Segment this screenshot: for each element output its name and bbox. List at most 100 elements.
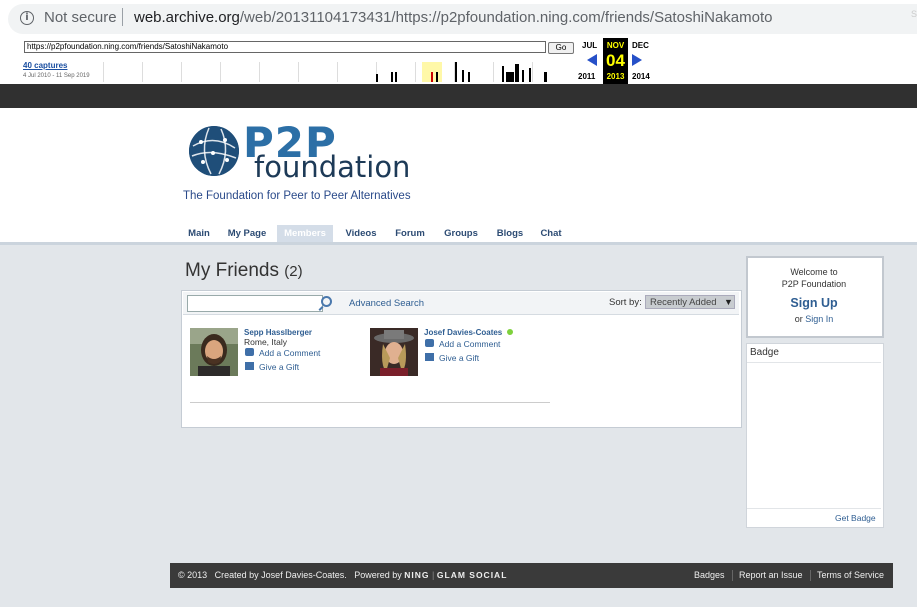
info-icon[interactable]: i	[20, 11, 34, 25]
sparkline-bar	[436, 72, 438, 82]
or-label: or	[794, 314, 803, 324]
next-capture-arrow-icon[interactable]	[632, 54, 642, 66]
search-input[interactable]	[187, 295, 323, 312]
friend-name-link[interactable]: Sepp Hasslberger	[244, 328, 312, 337]
url-path: /web/20131104173431/https://p2pfoundatio…	[239, 9, 773, 26]
sparkline-bar	[455, 62, 457, 82]
sparkline-bar	[395, 72, 397, 82]
sparkline-bar	[391, 72, 393, 82]
gift-icon	[425, 353, 434, 361]
url-separator	[122, 8, 123, 26]
comment-icon	[245, 348, 254, 356]
sparkline-bar	[506, 72, 514, 82]
prev-month-label[interactable]: JUL	[582, 41, 597, 50]
friend-location: Rome, Italy	[244, 337, 287, 347]
sparkline-bar	[468, 72, 470, 82]
friend-name-link[interactable]: Josef Davies-Coates	[424, 328, 502, 337]
search-icon[interactable]	[321, 296, 332, 307]
next-year-label[interactable]: 2014	[632, 72, 650, 81]
captures-range: 4 Jul 2010 - 11 Sep 2019	[23, 73, 90, 79]
give-gift-link[interactable]: Give a Gift	[439, 353, 479, 363]
get-badge-link[interactable]: Get Badge	[835, 513, 876, 523]
sparkline-gridline	[220, 62, 221, 82]
sparkline-gridline	[103, 62, 104, 82]
prev-year-label[interactable]: 2011	[578, 72, 595, 81]
tab-members[interactable]: Members	[277, 225, 333, 243]
footer-pipe: |	[432, 570, 435, 580]
footer-separator	[732, 570, 733, 581]
footer-credits: © 2013 Created by Josef Davies-Coates. P…	[178, 570, 507, 580]
tab-videos[interactable]: Videos	[338, 225, 384, 243]
welcome-site-name: P2P Foundation	[781, 279, 847, 289]
sparkline-gridline	[181, 62, 182, 82]
sparkline-gridline	[415, 62, 416, 82]
sparkline-bar-current	[431, 72, 433, 82]
current-year-label: 2013	[606, 72, 625, 81]
ning-logo[interactable]: NING	[404, 570, 429, 580]
ning-bar-partial-link[interactable]: S	[911, 9, 917, 19]
advanced-search-link[interactable]: Advanced Search	[349, 298, 424, 309]
tab-main[interactable]: Main	[180, 225, 218, 243]
footer-separator	[810, 570, 811, 581]
tab-forum[interactable]: Forum	[388, 225, 432, 243]
badge-divider	[747, 362, 881, 363]
sparkline-bar	[376, 74, 378, 82]
footer-link-badges[interactable]: Badges	[694, 570, 725, 580]
captures-link[interactable]: 40 captures	[23, 61, 67, 70]
tab-blogs[interactable]: Blogs	[490, 225, 530, 243]
site-header	[0, 108, 917, 242]
sign-in-link[interactable]: Sign In	[805, 314, 833, 324]
ning-top-bar	[0, 84, 917, 108]
tab-groups[interactable]: Groups	[436, 225, 486, 243]
sparkline-gridline	[259, 62, 260, 82]
comment-icon	[425, 339, 434, 347]
sparkline-bar	[462, 70, 464, 82]
not-secure-label[interactable]: Not secure	[44, 9, 117, 26]
page-title-text: My Friends	[185, 260, 279, 281]
add-comment-link[interactable]: Add a Comment	[259, 348, 320, 358]
avatar-josef[interactable]	[370, 328, 418, 376]
page-title: My Friends (2)	[185, 260, 303, 282]
header-divider	[0, 242, 917, 245]
wayback-toolbar: https://p2pfoundation.ning.com/friends/S…	[0, 38, 917, 84]
sparkline-gridline	[142, 62, 143, 82]
url-text[interactable]: web.archive.org/web/20131104173431/https…	[134, 9, 773, 26]
sort-select[interactable]: Recently Added	[645, 295, 735, 309]
sparkline-gridline	[337, 62, 338, 82]
give-gift-link[interactable]: Give a Gift	[259, 362, 299, 372]
content-divider	[190, 402, 550, 403]
glam-social-logo[interactable]: GLAM SOCIAL	[437, 570, 508, 580]
gift-icon	[245, 362, 254, 370]
sparkline-bar	[522, 70, 524, 82]
site-tagline: The Foundation for Peer to Peer Alternat…	[183, 190, 411, 202]
footer-link-report-issue[interactable]: Report an Issue	[739, 570, 803, 580]
logo-foundation-text[interactable]: foundation	[254, 150, 410, 184]
sparkline-bar	[502, 66, 504, 82]
capture-sparkline[interactable]	[103, 62, 573, 82]
badge-divider	[747, 508, 881, 509]
footer-copyright: © 2013 Created by Josef Davies-Coates. P…	[178, 570, 402, 580]
wayback-url-input[interactable]: https://p2pfoundation.ning.com/friends/S…	[24, 41, 546, 53]
globe-logo-icon[interactable]	[189, 126, 239, 176]
sparkline-gridline	[532, 62, 533, 82]
wayback-go-button[interactable]: Go	[548, 42, 574, 54]
sparkline-gridline	[298, 62, 299, 82]
sign-up-link[interactable]: Sign Up	[748, 296, 880, 310]
online-status-icon	[507, 329, 513, 335]
welcome-line: Welcome to	[790, 267, 838, 277]
footer-link-terms[interactable]: Terms of Service	[817, 570, 884, 580]
sparkline-gridline	[493, 62, 494, 82]
tab-my-page[interactable]: My Page	[221, 225, 273, 243]
chevron-down-icon[interactable]: ▼	[724, 295, 733, 309]
current-month-label: NOV	[606, 41, 625, 50]
prev-capture-arrow-icon[interactable]	[587, 54, 597, 66]
add-comment-link[interactable]: Add a Comment	[439, 339, 500, 349]
browser-address-bar: i Not secure web.archive.org/web/2013110…	[0, 0, 917, 38]
avatar-sepp[interactable]	[190, 328, 238, 376]
tab-chat[interactable]: Chat	[534, 225, 568, 243]
badge-box	[746, 343, 884, 528]
next-month-label[interactable]: DEC	[632, 41, 649, 50]
sparkline-bar	[529, 68, 531, 82]
badge-title: Badge	[750, 347, 779, 358]
sparkline-bar	[515, 64, 519, 82]
